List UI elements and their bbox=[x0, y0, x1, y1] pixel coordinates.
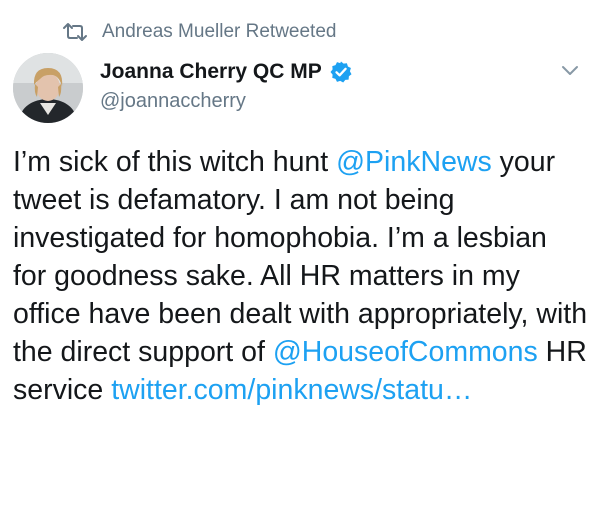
retweet-icon bbox=[63, 23, 87, 41]
author-handle[interactable]: @joannaccherry bbox=[100, 90, 353, 113]
author-name-row: Joanna Cherry QC MP bbox=[100, 57, 353, 87]
mention-pinknews-link[interactable]: @PinkNews bbox=[336, 146, 492, 178]
tweet-text-part-2: your tweet is defamatory. I am not being… bbox=[13, 146, 588, 368]
tweet-author[interactable]: Joanna Cherry QC MP @joannaccherry bbox=[100, 57, 353, 113]
tweet-text-part-1: I’m sick of this witch hunt bbox=[13, 146, 337, 178]
mention-houseofcommons-link[interactable]: @HouseofCommons bbox=[273, 336, 538, 368]
avatar-image bbox=[13, 53, 83, 123]
quoted-tweet-link[interactable]: twitter.com/pinknews/statu… bbox=[111, 374, 472, 406]
verified-badge-icon bbox=[330, 61, 352, 83]
retweet-context[interactable]: Andreas Mueller Retweeted bbox=[62, 18, 336, 46]
avatar[interactable] bbox=[13, 53, 83, 123]
author-display-name[interactable]: Joanna Cherry QC MP bbox=[100, 60, 322, 84]
tweet-text: I’m sick of this witch hunt @PinkNews yo… bbox=[13, 143, 588, 409]
retweet-label: Andreas Mueller Retweeted bbox=[102, 21, 337, 42]
chevron-down-icon[interactable] bbox=[560, 64, 580, 78]
